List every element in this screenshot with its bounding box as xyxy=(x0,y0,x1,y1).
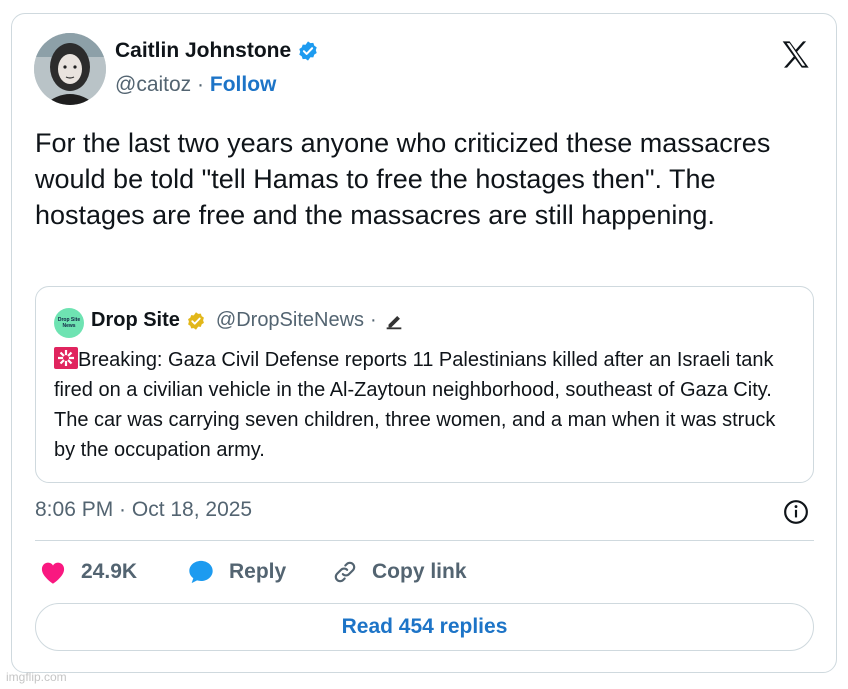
info-icon[interactable] xyxy=(783,499,809,525)
copy-link-button[interactable]: Copy link xyxy=(332,554,467,590)
divider xyxy=(35,540,814,541)
read-replies-label: Read 454 replies xyxy=(341,615,508,638)
avatar[interactable] xyxy=(34,33,106,105)
reply-button[interactable]: Reply xyxy=(187,554,286,590)
quoted-header: Drop Site @DropSiteNews · xyxy=(91,309,405,332)
follow-button[interactable]: Follow xyxy=(210,73,277,96)
quoted-name: Drop Site xyxy=(91,309,180,331)
x-logo-icon[interactable] xyxy=(779,38,813,70)
author-handle[interactable]: @caitoz xyxy=(115,73,191,96)
verified-badge-icon xyxy=(299,41,317,61)
quoted-text-block: Breaking: Gaza Civil Defense reports 11 … xyxy=(54,345,794,465)
quoted-handle: @DropSiteNews xyxy=(215,309,365,331)
like-button[interactable]: 24.9K xyxy=(39,554,137,590)
rotating-light-icon xyxy=(54,347,78,369)
handle-row: @caitoz · Follow xyxy=(115,73,276,97)
tweet-text: For the last two years anyone who critic… xyxy=(35,128,771,230)
gold-verified-badge-icon xyxy=(187,311,204,330)
read-replies-button[interactable]: Read 454 replies xyxy=(35,603,814,651)
timestamp[interactable]: 8:06 PM · Oct 18, 2025 xyxy=(35,498,252,522)
edited-pencil-icon xyxy=(386,315,402,329)
link-icon xyxy=(334,561,356,583)
quoted-tweet[interactable]: Drop Site News Drop Site @DropSiteNews ·… xyxy=(35,286,814,483)
reply-label: Reply xyxy=(229,560,287,583)
author-name[interactable]: Caitlin Johnstone xyxy=(115,39,319,63)
action-bar: 24.9K Reply Copy link xyxy=(35,554,815,590)
reply-bubble-icon xyxy=(189,560,213,584)
handle-separator: · xyxy=(197,73,205,96)
tweet-card: Caitlin Johnstone @caitoz · Follow For t… xyxy=(11,13,837,673)
quoted-avatar: Drop Site News xyxy=(54,308,84,338)
avatar-portrait-icon xyxy=(34,33,106,105)
heart-icon xyxy=(41,562,65,584)
quoted-separator: · xyxy=(370,309,377,331)
quoted-text: Breaking: Gaza Civil Defense reports 11 … xyxy=(54,349,776,461)
like-count: 24.9K xyxy=(81,560,138,583)
quoted-logo-text: Drop Site News xyxy=(57,317,81,329)
watermark: imgflip.com xyxy=(6,670,67,684)
copy-link-label: Copy link xyxy=(372,560,467,583)
author-name-text: Caitlin Johnstone xyxy=(115,39,292,62)
